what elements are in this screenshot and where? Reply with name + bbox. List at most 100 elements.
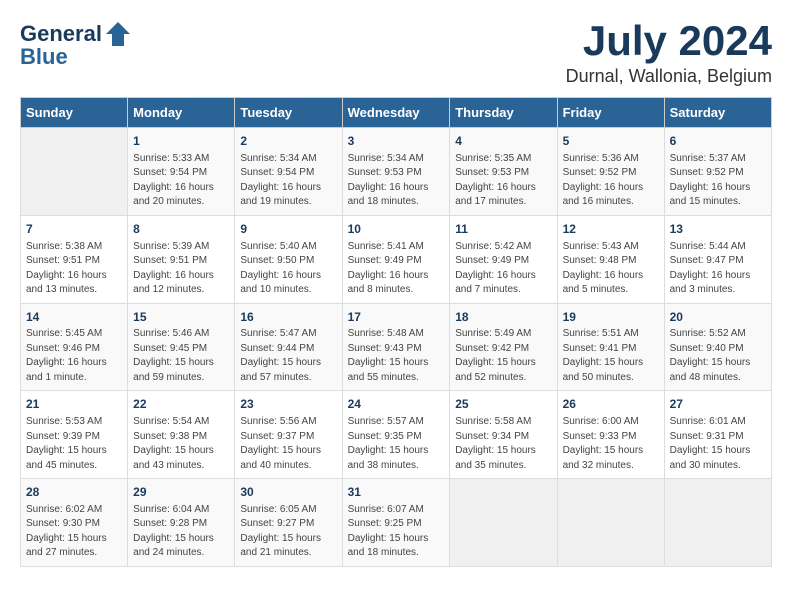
day-number: 22	[133, 396, 229, 413]
calendar-cell: 1 Sunrise: 5:33 AM Sunset: 9:54 PM Daylig…	[128, 128, 235, 216]
cell-content: Sunrise: 5:37 AM Sunset: 9:52 PM Dayligh…	[670, 152, 766, 210]
cell-content: Sunrise: 6:04 AM Sunset: 9:28 PM Dayligh…	[133, 503, 229, 561]
cell-content: Sunrise: 5:42 AM Sunset: 9:49 PM Dayligh…	[455, 240, 551, 298]
calendar-cell: 15Sunrise: 5:46 AM Sunset: 9:45 PM Dayli…	[128, 303, 235, 391]
day-number: 26	[563, 396, 659, 413]
logo: General Blue	[20, 20, 132, 70]
day-number: 5	[563, 133, 659, 150]
calendar-cell: 21Sunrise: 5:53 AM Sunset: 9:39 PM Dayli…	[21, 391, 128, 479]
calendar-cell: 29 Sunrise: 6:04 AM Sunset: 9:28 PM Dayli…	[128, 479, 235, 567]
day-number: 24	[348, 396, 445, 413]
month-title: July 2024	[566, 20, 772, 62]
day-number: 2	[240, 133, 336, 150]
day-number: 27	[670, 396, 766, 413]
day-number: 25	[455, 396, 551, 413]
calendar-week-5: 28Sunrise: 6:02 AM Sunset: 9:30 PM Dayli…	[21, 479, 772, 567]
calendar-cell: 3 Sunrise: 5:34 AM Sunset: 9:53 PM Daylig…	[342, 128, 450, 216]
calendar-cell: 22 Sunrise: 5:54 AM Sunset: 9:38 PM Dayli…	[128, 391, 235, 479]
day-number: 18	[455, 309, 551, 326]
cell-content: Sunrise: 5:34 AM Sunset: 9:53 PM Dayligh…	[348, 152, 445, 210]
day-number: 12	[563, 221, 659, 238]
calendar-week-1: 1 Sunrise: 5:33 AM Sunset: 9:54 PM Daylig…	[21, 128, 772, 216]
logo-icon	[104, 20, 132, 48]
header-saturday: Saturday	[664, 98, 771, 128]
day-number: 11	[455, 221, 551, 238]
calendar-cell: 10Sunrise: 5:41 AM Sunset: 9:49 PM Dayli…	[342, 215, 450, 303]
day-number: 3	[348, 133, 445, 150]
cell-content: Sunrise: 5:44 AM Sunset: 9:47 PM Dayligh…	[670, 240, 766, 298]
title-section: July 2024 Durnal, Wallonia, Belgium	[566, 20, 772, 87]
cell-content: Sunrise: 6:07 AM Sunset: 9:25 PM Dayligh…	[348, 503, 445, 561]
calendar-table: SundayMondayTuesdayWednesdayThursdayFrid…	[20, 97, 772, 567]
cell-content: Sunrise: 6:00 AM Sunset: 9:33 PM Dayligh…	[563, 415, 659, 473]
calendar-cell: 28Sunrise: 6:02 AM Sunset: 9:30 PM Dayli…	[21, 479, 128, 567]
calendar-cell: 18Sunrise: 5:49 AM Sunset: 9:42 PM Dayli…	[450, 303, 557, 391]
day-number: 9	[240, 221, 336, 238]
cell-content: Sunrise: 5:33 AM Sunset: 9:54 PM Dayligh…	[133, 152, 229, 210]
calendar-cell: 30Sunrise: 6:05 AM Sunset: 9:27 PM Dayli…	[235, 479, 342, 567]
calendar-cell: 27 Sunrise: 6:01 AM Sunset: 9:31 PM Dayli…	[664, 391, 771, 479]
calendar-cell: 31 Sunrise: 6:07 AM Sunset: 9:25 PM Dayli…	[342, 479, 450, 567]
header-wednesday: Wednesday	[342, 98, 450, 128]
calendar-cell: 6 Sunrise: 5:37 AM Sunset: 9:52 PM Daylig…	[664, 128, 771, 216]
header-sunday: Sunday	[21, 98, 128, 128]
cell-content: Sunrise: 5:58 AM Sunset: 9:34 PM Dayligh…	[455, 415, 551, 473]
calendar-cell: 2 Sunrise: 5:34 AM Sunset: 9:54 PM Daylig…	[235, 128, 342, 216]
day-number: 4	[455, 133, 551, 150]
day-number: 20	[670, 309, 766, 326]
day-number: 10	[348, 221, 445, 238]
cell-content: Sunrise: 5:56 AM Sunset: 9:37 PM Dayligh…	[240, 415, 336, 473]
cell-content: Sunrise: 5:43 AM Sunset: 9:48 PM Dayligh…	[563, 240, 659, 298]
day-number: 7	[26, 221, 122, 238]
calendar-cell: 25 Sunrise: 5:58 AM Sunset: 9:34 PM Dayli…	[450, 391, 557, 479]
calendar-cell: 17Sunrise: 5:48 AM Sunset: 9:43 PM Dayli…	[342, 303, 450, 391]
calendar-cell	[557, 479, 664, 567]
calendar-cell: 13 Sunrise: 5:44 AM Sunset: 9:47 PM Dayli…	[664, 215, 771, 303]
calendar-cell: 16Sunrise: 5:47 AM Sunset: 9:44 PM Dayli…	[235, 303, 342, 391]
calendar-week-4: 21Sunrise: 5:53 AM Sunset: 9:39 PM Dayli…	[21, 391, 772, 479]
day-number: 23	[240, 396, 336, 413]
cell-content: Sunrise: 5:36 AM Sunset: 9:52 PM Dayligh…	[563, 152, 659, 210]
calendar-cell: 26 Sunrise: 6:00 AM Sunset: 9:33 PM Dayli…	[557, 391, 664, 479]
day-number: 29	[133, 484, 229, 501]
calendar-cell: 19Sunrise: 5:51 AM Sunset: 9:41 PM Dayli…	[557, 303, 664, 391]
day-number: 15	[133, 309, 229, 326]
header: General Blue July 2024 Durnal, Wallonia,…	[20, 20, 772, 87]
logo-text: General	[20, 22, 102, 46]
calendar-cell: 20Sunrise: 5:52 AM Sunset: 9:40 PM Dayli…	[664, 303, 771, 391]
cell-content: Sunrise: 5:54 AM Sunset: 9:38 PM Dayligh…	[133, 415, 229, 473]
calendar-week-2: 7Sunrise: 5:38 AM Sunset: 9:51 PM Daylig…	[21, 215, 772, 303]
day-number: 21	[26, 396, 122, 413]
day-number: 8	[133, 221, 229, 238]
calendar-cell: 4 Sunrise: 5:35 AM Sunset: 9:53 PM Daylig…	[450, 128, 557, 216]
day-number: 28	[26, 484, 122, 501]
cell-content: Sunrise: 6:01 AM Sunset: 9:31 PM Dayligh…	[670, 415, 766, 473]
cell-content: Sunrise: 5:51 AM Sunset: 9:41 PM Dayligh…	[563, 327, 659, 385]
cell-content: Sunrise: 5:47 AM Sunset: 9:44 PM Dayligh…	[240, 327, 336, 385]
cell-content: Sunrise: 5:57 AM Sunset: 9:35 PM Dayligh…	[348, 415, 445, 473]
day-number: 6	[670, 133, 766, 150]
cell-content: Sunrise: 5:34 AM Sunset: 9:54 PM Dayligh…	[240, 152, 336, 210]
day-number: 31	[348, 484, 445, 501]
day-number: 1	[133, 133, 229, 150]
cell-content: Sunrise: 5:48 AM Sunset: 9:43 PM Dayligh…	[348, 327, 445, 385]
location-title: Durnal, Wallonia, Belgium	[566, 66, 772, 87]
header-tuesday: Tuesday	[235, 98, 342, 128]
cell-content: Sunrise: 5:45 AM Sunset: 9:46 PM Dayligh…	[26, 327, 122, 385]
cell-content: Sunrise: 5:39 AM Sunset: 9:51 PM Dayligh…	[133, 240, 229, 298]
day-number: 14	[26, 309, 122, 326]
calendar-cell: 12 Sunrise: 5:43 AM Sunset: 9:48 PM Dayli…	[557, 215, 664, 303]
calendar-header-row: SundayMondayTuesdayWednesdayThursdayFrid…	[21, 98, 772, 128]
calendar-week-3: 14Sunrise: 5:45 AM Sunset: 9:46 PM Dayli…	[21, 303, 772, 391]
header-thursday: Thursday	[450, 98, 557, 128]
calendar-cell: 5 Sunrise: 5:36 AM Sunset: 9:52 PM Daylig…	[557, 128, 664, 216]
calendar-cell: 7Sunrise: 5:38 AM Sunset: 9:51 PM Daylig…	[21, 215, 128, 303]
day-number: 13	[670, 221, 766, 238]
calendar-cell	[450, 479, 557, 567]
day-number: 16	[240, 309, 336, 326]
calendar-cell	[21, 128, 128, 216]
calendar-cell: 9Sunrise: 5:40 AM Sunset: 9:50 PM Daylig…	[235, 215, 342, 303]
calendar-cell: 14Sunrise: 5:45 AM Sunset: 9:46 PM Dayli…	[21, 303, 128, 391]
calendar-cell: 24 Sunrise: 5:57 AM Sunset: 9:35 PM Dayli…	[342, 391, 450, 479]
cell-content: Sunrise: 5:35 AM Sunset: 9:53 PM Dayligh…	[455, 152, 551, 210]
